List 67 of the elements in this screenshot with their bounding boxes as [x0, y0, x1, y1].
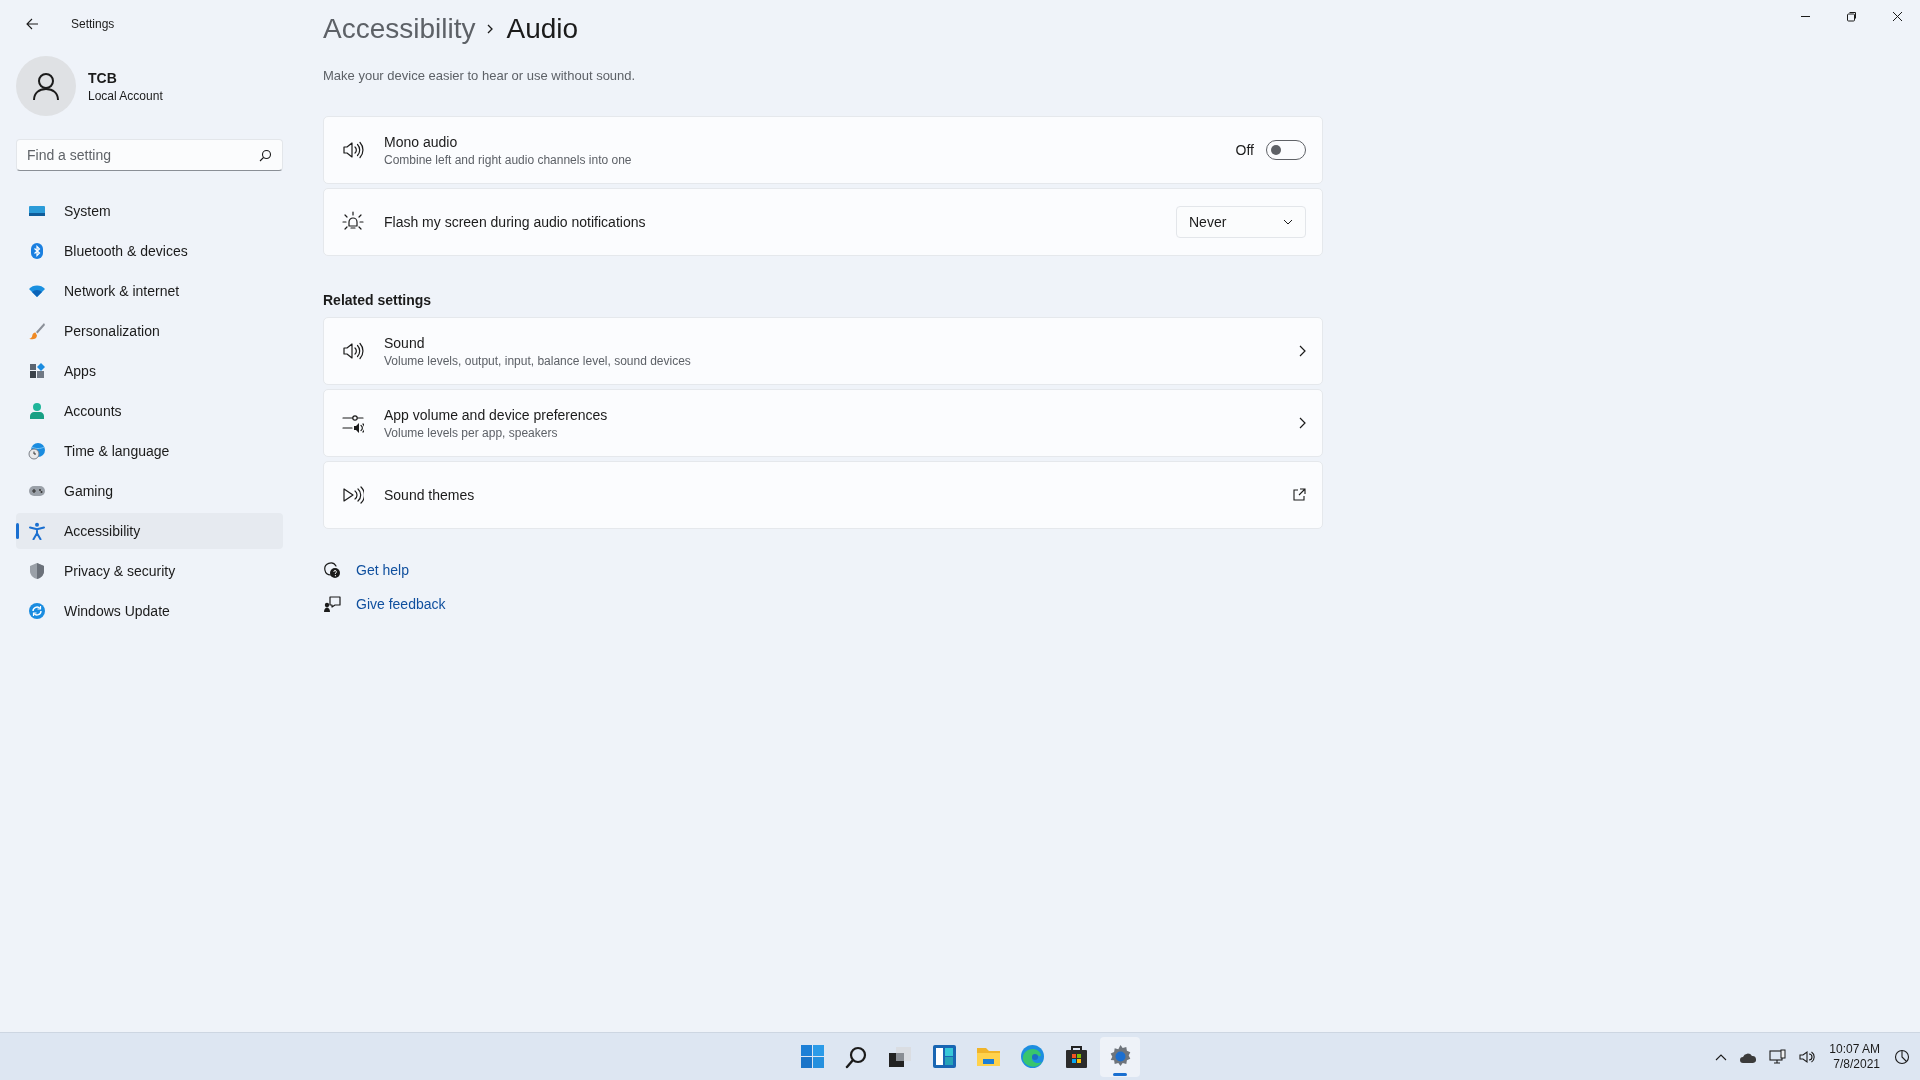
nav-item[interactable]: Apps	[16, 353, 283, 389]
speaker-icon	[342, 340, 364, 362]
sync-icon	[28, 602, 46, 620]
play-sound-icon	[342, 484, 364, 506]
setting-title: Sound	[384, 334, 426, 351]
chevron-icon	[1299, 417, 1306, 429]
nav-item[interactable]: Privacy & security	[16, 553, 283, 589]
restore-icon	[1845, 10, 1857, 22]
setting-card[interactable]: Sound themes	[323, 461, 1323, 529]
setting-description: Combine left and right audio channels into one	[384, 152, 633, 167]
account-type: Local Account	[88, 88, 163, 103]
caret-icon	[1283, 219, 1293, 225]
shield-icon	[28, 562, 46, 580]
page-title: Audio	[506, 13, 579, 45]
windows-logo-icon	[799, 1044, 825, 1069]
nav-item[interactable]: Accounts	[16, 393, 283, 429]
setting-card[interactable]: App volume and device preferences Volume levels per app, speakers	[323, 389, 1323, 457]
setting-title: Sound themes	[384, 487, 476, 503]
chevron-icon	[1299, 345, 1306, 357]
back-arrow-icon	[26, 18, 39, 30]
monitor-icon	[1769, 1048, 1788, 1065]
search-icon	[844, 1044, 868, 1069]
dropdown[interactable]: Never	[1176, 206, 1306, 238]
setting-title: Mono audio	[384, 133, 459, 150]
speaker-icon	[342, 139, 364, 161]
setting-description: Volume levels per app, speakers	[384, 425, 559, 440]
paintbrush-icon	[28, 322, 46, 340]
page-description: Make your device easier to hear or use without sound.	[323, 68, 637, 83]
globe-clock-icon	[28, 442, 46, 460]
setting-card[interactable]: Sound Volume levels, output, input, balance level, sound devices	[323, 317, 1323, 385]
speaker-icon	[1799, 1048, 1816, 1065]
nav-item[interactable]: Windows Update	[16, 593, 283, 629]
nav-item[interactable]: Gaming	[16, 473, 283, 509]
feedback-icon	[323, 595, 341, 613]
person-icon	[32, 71, 60, 101]
sliders-icon	[342, 412, 364, 434]
setting-title: Flash my screen during audio notifications	[384, 214, 647, 230]
nav-item[interactable]: Time & language	[16, 433, 283, 469]
help-icon	[323, 561, 341, 579]
help-link[interactable]: Give feedback	[356, 596, 446, 612]
browser-icon	[1019, 1044, 1045, 1069]
help-link[interactable]: Get help	[356, 562, 409, 578]
search-icon	[259, 149, 272, 162]
nav-item[interactable]: System	[16, 193, 283, 229]
section-heading: Related settings	[323, 292, 433, 308]
task-view-icon	[888, 1044, 912, 1069]
nav-item[interactable]: Network & internet	[16, 273, 283, 309]
shopping-bag-icon	[1063, 1044, 1089, 1069]
external-link-icon	[1292, 488, 1306, 502]
close-icon	[1891, 10, 1903, 22]
search-field[interactable]: Find a setting	[16, 139, 283, 171]
person-icon	[28, 402, 46, 420]
accessibility-icon	[28, 522, 46, 540]
setting-title: App volume and device preferences	[384, 406, 609, 423]
widgets-icon	[931, 1044, 957, 1069]
toggle-state: Off	[1235, 142, 1254, 158]
setting-description: Volume levels, output, input, balance level, sound devices	[384, 353, 692, 368]
nav-item[interactable]: Accessibility	[16, 513, 283, 549]
nav-item[interactable]: Personalization	[16, 313, 283, 349]
window-title: Settings	[71, 17, 115, 31]
nav-item[interactable]: Bluetooth & devices	[16, 233, 283, 269]
clock-button[interactable]: 10:07 AM 7/8/2021	[1825, 1041, 1884, 1072]
apps-icon	[28, 362, 46, 380]
chevron-icon	[487, 24, 495, 34]
user-name: TCB	[88, 69, 118, 86]
breadcrumb-link[interactable]: Accessibility	[323, 13, 476, 45]
bluetooth-icon	[28, 242, 46, 260]
